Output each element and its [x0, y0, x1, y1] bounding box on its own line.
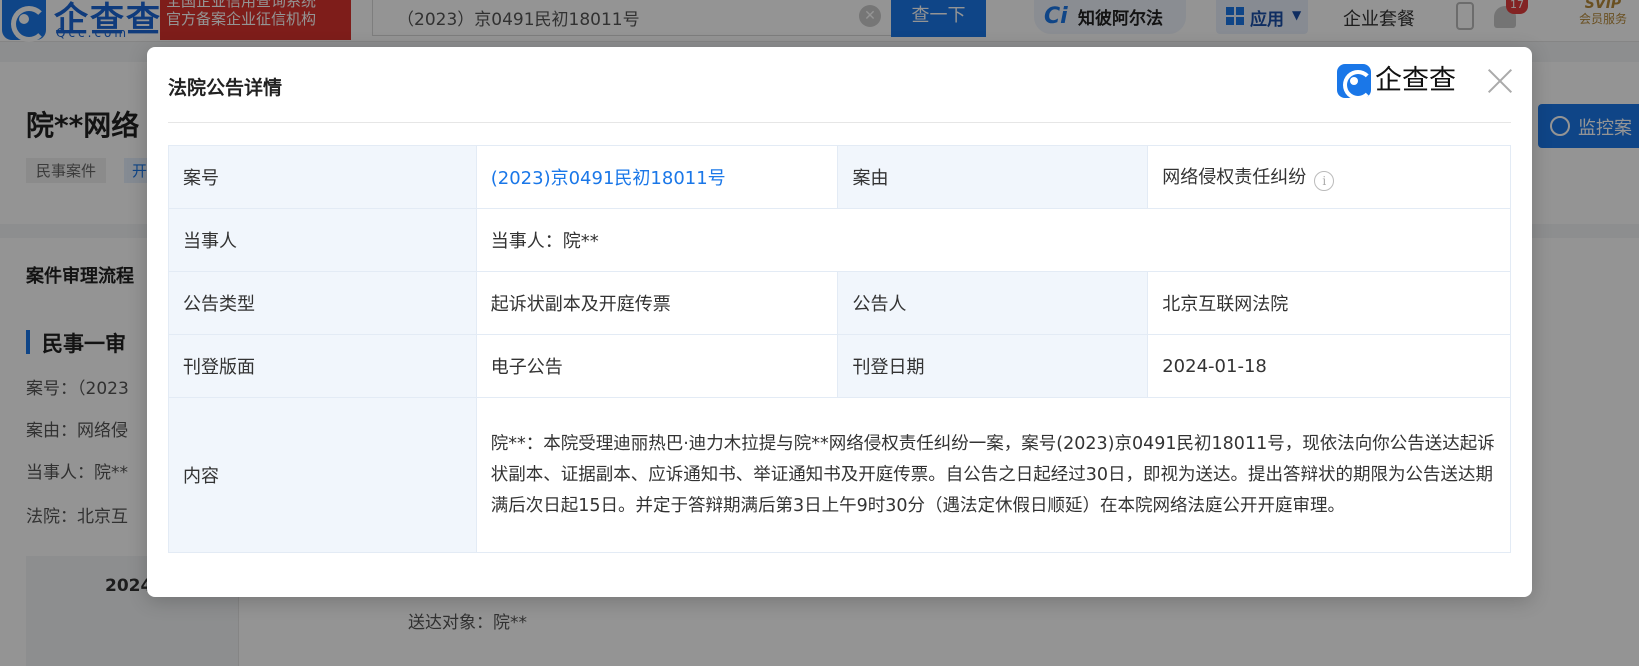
notice-type-value: 起诉状副本及开庭传票	[475, 271, 839, 335]
announcer-value: 北京互联网法院	[1147, 271, 1511, 335]
table-row: 刊登版面 电子公告 刊登日期 2024-01-18	[168, 334, 1511, 398]
notice-detail-table: 案号 (2023)京0491民初18011号 案由 网络侵权责任纠纷 i 当事人 …	[168, 145, 1512, 553]
publish-date-label: 刊登日期	[837, 334, 1149, 398]
case-number-label: 案号	[168, 145, 477, 209]
table-row: 内容 院**：本院受理迪丽热巴·迪力木拉提与院**网络侵权责任纠纷一案，案号(2…	[168, 397, 1512, 553]
party-label: 当事人	[168, 208, 477, 272]
brand-mark-icon	[1337, 64, 1373, 100]
dialog-divider	[168, 122, 1511, 123]
close-icon[interactable]	[1484, 65, 1516, 97]
table-row: 当事人 当事人：院**	[168, 208, 1512, 272]
publish-date-value: 2024-01-18	[1147, 334, 1511, 398]
publish-section-value: 电子公告	[475, 334, 839, 398]
dialog-title: 法院公告详情	[168, 77, 283, 99]
case-number-link[interactable]: (2023)京0491民初18011号	[491, 168, 726, 189]
table-row: 案号 (2023)京0491民初18011号 案由 网络侵权责任纠纷 i	[168, 145, 1511, 209]
table-row: 公告类型 起诉状副本及开庭传票 公告人 北京互联网法院	[168, 271, 1511, 335]
cause-value: 网络侵权责任纠纷	[1162, 167, 1307, 188]
content-value: 院**：本院受理迪丽热巴·迪力木拉提与院**网络侵权责任纠纷一案，案号(2023…	[475, 397, 1512, 553]
court-notice-dialog: 法院公告详情 企查查 案号 (2023)京0491民初18011号 案由 网络侵…	[147, 47, 1532, 597]
announcer-label: 公告人	[837, 271, 1149, 335]
content-label: 内容	[168, 397, 477, 553]
party-value: 当事人：院**	[475, 208, 1512, 272]
brand-name: 企查查	[1375, 65, 1456, 96]
cause-cell: 网络侵权责任纠纷 i	[1147, 145, 1511, 209]
notice-type-label: 公告类型	[168, 271, 477, 335]
info-icon[interactable]: i	[1314, 171, 1335, 191]
case-number-cell: (2023)京0491民初18011号	[475, 145, 839, 209]
publish-section-label: 刊登版面	[168, 334, 477, 398]
cause-label: 案由	[837, 145, 1149, 209]
